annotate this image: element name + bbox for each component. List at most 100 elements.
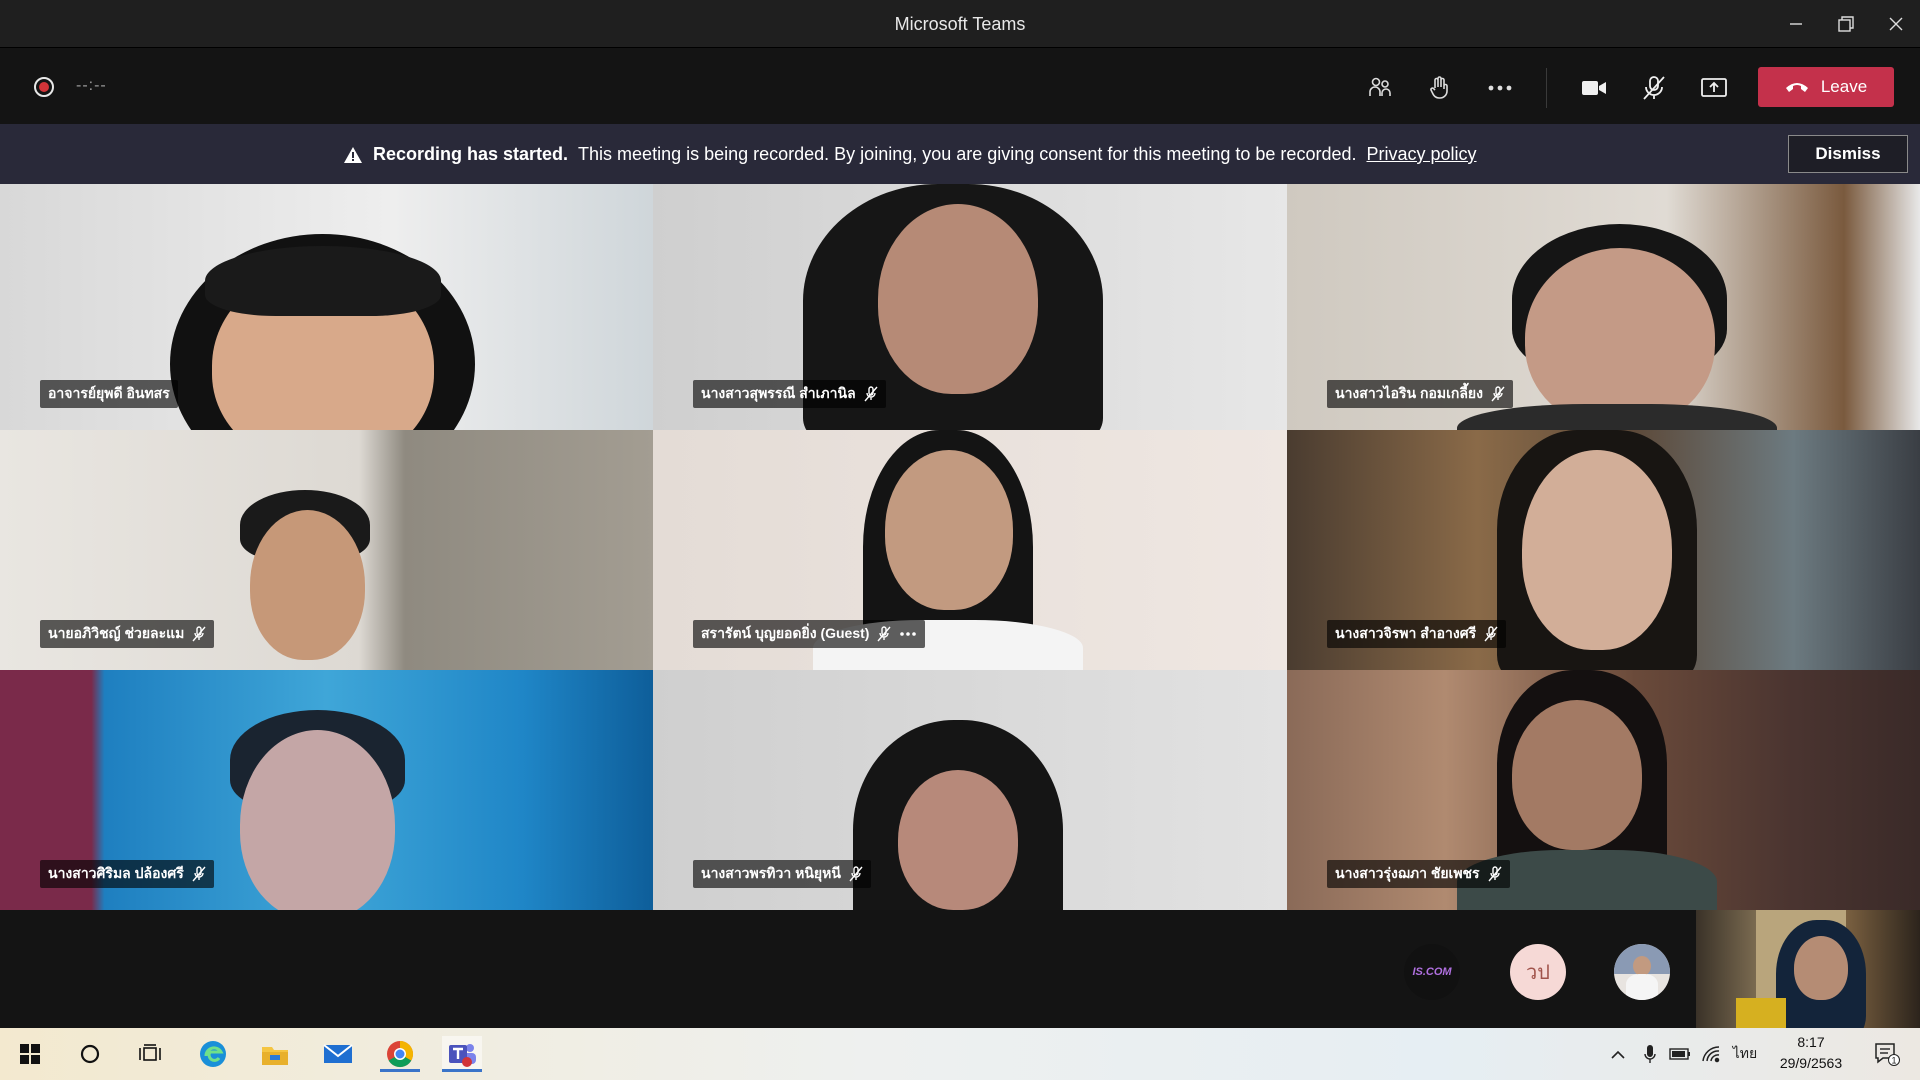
video-tile[interactable]: นางสาวพรทิวา หนิยุหนี (653, 670, 1287, 910)
taskbar-teams[interactable] (442, 1036, 482, 1072)
folder-icon (262, 1047, 288, 1065)
participant-name: นางสาวสุพรรณี สำเภานิล (701, 385, 856, 401)
participant-name: นางสาวจิรพา สำอางศรี (1335, 625, 1477, 641)
minimize-button[interactable] (1772, 0, 1820, 48)
notification-count: 1 (1891, 1056, 1896, 1066)
leave-label: Leave (1820, 77, 1868, 96)
teams-icon (449, 1044, 476, 1067)
participant-name: นายอภิวิชญ์ ช่วยละแม (48, 625, 185, 641)
hang-up-icon (1785, 83, 1808, 92)
mail-icon (323, 1044, 353, 1063)
video-tile[interactable]: นางสาวศิริมล ปล้องศรี (0, 670, 653, 910)
close-icon (1889, 17, 1903, 31)
video-tile[interactable]: นางสาวไอริน กอมเกลี้ยง (1287, 184, 1920, 430)
input-language-button[interactable]: ไทย (1728, 1042, 1762, 1066)
system-clock[interactable]: 8:17 29/9/2563 (1766, 1032, 1856, 1074)
restore-icon (1838, 16, 1854, 32)
taskbar-mail[interactable] (318, 1036, 358, 1072)
wifi-icon (1702, 1046, 1720, 1063)
clock-date: 29/9/2563 (1779, 1055, 1843, 1071)
microphone-muted-icon (192, 866, 206, 882)
close-button[interactable] (1872, 0, 1920, 48)
raise-hand-button[interactable] (1420, 68, 1460, 108)
self-view-video[interactable] (1696, 910, 1920, 1028)
more-icon (1488, 85, 1512, 91)
hand-icon (1430, 76, 1448, 99)
participant-name: นางสาวรุ่งฌภา ชัยเพชร (1335, 865, 1480, 881)
battery-icon (1669, 1048, 1690, 1060)
participant-name-label: นายอภิวิชญ์ ช่วยละแม (40, 620, 215, 648)
microphone-muted-icon (192, 626, 206, 642)
chevron-up-icon (1611, 1050, 1625, 1059)
network-tray-button[interactable] (1698, 1042, 1724, 1066)
clock-time: 8:17 (1797, 1034, 1825, 1050)
microphone-tray-button[interactable] (1638, 1042, 1662, 1066)
battery-tray-button[interactable] (1666, 1042, 1694, 1066)
action-center-button[interactable]: 1 (1870, 1042, 1904, 1066)
task-view-icon (139, 1044, 161, 1061)
microphone-icon (1644, 1045, 1656, 1063)
restore-button[interactable] (1822, 0, 1870, 48)
video-tile[interactable]: อาจารย์ยุพดี อินทสร (0, 184, 653, 430)
taskbar-edge[interactable] (193, 1036, 233, 1072)
meeting-toolbar: --:-- Leave (0, 48, 1920, 124)
participant-name-label: นางสาวพรทิวา หนิยุหนี (693, 860, 871, 888)
video-camera-icon (1582, 81, 1606, 95)
dismiss-button[interactable]: Dismiss (1788, 135, 1908, 173)
camera-button[interactable] (1574, 68, 1614, 108)
more-actions-button[interactable] (1480, 68, 1520, 108)
chrome-icon (387, 1040, 414, 1068)
video-grid: อาจารย์ยุพดี อินทสร นางสาวสุพรรณี สำเภาน… (0, 184, 1920, 910)
recording-banner-title: Recording has started. (373, 144, 569, 164)
microphone-muted-icon (1488, 866, 1502, 882)
recording-banner-text: This meeting is being recorded. By joini… (578, 144, 1357, 164)
windows-icon (20, 1044, 40, 1064)
participant-name-label: นางสาวไอริน กอมเกลี้ยง (1327, 380, 1513, 408)
video-tile[interactable]: สรารัตน์ บุญยอดยิ่ง (Guest) (653, 430, 1287, 670)
microphone-muted-icon (1484, 626, 1498, 642)
window-title: Microsoft Teams (894, 14, 1026, 34)
video-tile[interactable]: นางสาวสุพรรณี สำเภานิล (653, 184, 1287, 430)
participant-name: นางสาวพรทิวา หนิยุหนี (701, 865, 841, 881)
participant-name-label: อาจารย์ยุพดี อินทสร (40, 380, 178, 408)
taskbar-file-explorer[interactable] (255, 1036, 295, 1072)
video-tile[interactable]: นางสาวจิรพา สำอางศรี (1287, 430, 1920, 670)
taskbar-chrome[interactable] (380, 1036, 420, 1072)
start-button[interactable] (10, 1036, 50, 1072)
recording-banner: Recording has started. This meeting is b… (0, 124, 1920, 184)
microphone-muted-icon (1491, 386, 1505, 402)
active-indicator (442, 1069, 482, 1072)
search-icon (80, 1044, 100, 1064)
microphone-muted-icon (864, 386, 878, 402)
participant-avatar[interactable] (1614, 944, 1670, 1000)
taskbar: ไทย 8:17 29/9/2563 1 (0, 1028, 1920, 1080)
title-bar: Microsoft Teams (0, 0, 1920, 48)
participant-name-label: นางสาวสุพรรณี สำเภานิล (693, 380, 886, 408)
share-screen-button[interactable] (1694, 68, 1734, 108)
avatar-initials: วป (1526, 962, 1550, 984)
microphone-muted-icon (877, 626, 891, 642)
participant-name: สรารัตน์ บุญยอดยิ่ง (Guest) (701, 625, 870, 641)
task-view-button[interactable] (130, 1036, 170, 1072)
more-icon[interactable] (899, 631, 917, 637)
recording-indicator-icon (34, 77, 54, 97)
participant-avatar[interactable]: วป (1510, 944, 1566, 1000)
participant-avatar[interactable]: IS.COM (1404, 944, 1460, 1000)
warning-icon (344, 146, 362, 163)
active-indicator (380, 1069, 420, 1072)
toolbar-divider (1546, 68, 1547, 108)
video-tile[interactable]: นางสาวรุ่งฌภา ชัยเพชร (1287, 670, 1920, 910)
show-hidden-icons-button[interactable] (1606, 1042, 1630, 1066)
participant-name: นางสาวศิริมล ปล้องศรี (48, 865, 184, 881)
participants-button[interactable] (1360, 68, 1400, 108)
privacy-policy-link[interactable]: Privacy policy (1366, 144, 1476, 165)
leave-button[interactable]: Leave (1758, 67, 1894, 107)
search-button[interactable] (70, 1036, 110, 1072)
video-tile[interactable]: นายอภิวิชญ์ ช่วยละแม (0, 430, 653, 670)
share-screen-icon (1701, 78, 1727, 97)
participant-name-label: สรารัตน์ บุญยอดยิ่ง (Guest) (693, 620, 926, 648)
participant-name-label: นางสาวรุ่งฌภา ชัยเพชร (1327, 860, 1510, 888)
microphone-button[interactable] (1634, 68, 1674, 108)
minimize-icon (1790, 23, 1802, 25)
people-icon (1369, 77, 1391, 96)
